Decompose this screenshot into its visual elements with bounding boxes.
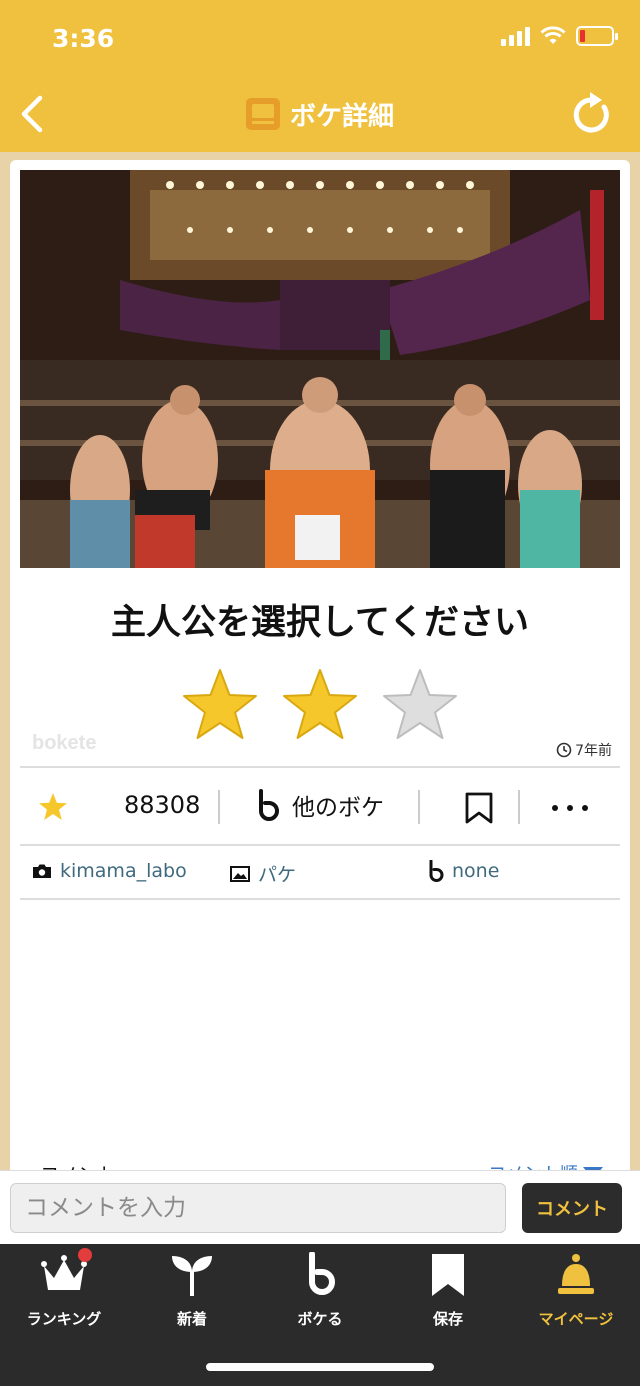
camera-icon	[33, 864, 51, 878]
star-icon-empty[interactable]	[380, 666, 460, 746]
boke-card: 主人公を選択してください bokete 7年前 88308 他のボケ kimam…	[10, 160, 630, 1240]
tab-new-label: 新着	[176, 1310, 207, 1328]
page-title: ボケ詳細	[289, 101, 394, 132]
score-value: 88308	[124, 791, 201, 819]
battery-icon	[576, 26, 618, 46]
bokete-b-icon	[309, 1252, 335, 1295]
tab-saved[interactable]: 保存	[384, 1252, 512, 1338]
separator	[218, 790, 220, 824]
post-age: 7年前	[556, 740, 612, 760]
score-star-icon	[39, 793, 67, 820]
status-time: 3:36	[52, 24, 115, 53]
tab-bar: ランキング 新着 ボケる 保存 マイページ	[0, 1244, 640, 1386]
home-indicator[interactable]	[206, 1363, 434, 1371]
app-header: 3:36 ボケ詳細	[0, 0, 640, 152]
photographer-name: kimama_labo	[60, 860, 187, 882]
separator	[518, 790, 520, 824]
sumo-photo[interactable]	[20, 170, 620, 568]
divider	[20, 898, 620, 900]
notification-dot	[78, 1248, 92, 1262]
bookmark-icon	[432, 1254, 464, 1296]
separator	[418, 790, 420, 824]
bokete-b-icon	[429, 860, 444, 882]
template-link[interactable]: パケ	[230, 860, 296, 887]
signal-icon	[501, 26, 530, 46]
status-bar: 3:36	[0, 0, 640, 78]
tab-mypage-label: マイページ	[538, 1310, 614, 1328]
tab-ranking[interactable]: ランキング	[0, 1248, 128, 1338]
other-bokes-button[interactable]: 他のボケ	[256, 788, 384, 822]
boke-caption: 主人公を選択してください	[111, 603, 529, 643]
bokete-author-link[interactable]: none	[428, 860, 499, 882]
status-icons	[501, 26, 618, 46]
comment-submit-button[interactable]: コメント	[522, 1183, 622, 1233]
bokete-b-icon	[259, 789, 279, 821]
comment-input[interactable]	[10, 1183, 506, 1233]
star-icon-filled[interactable]	[180, 666, 260, 746]
star-icon-filled[interactable]	[280, 666, 360, 746]
bookmark-icon[interactable]	[464, 792, 494, 824]
clock-icon	[556, 742, 572, 758]
comment-bar: コメント	[0, 1170, 640, 1244]
more-options-icon[interactable]	[552, 792, 588, 824]
crown-icon	[40, 1248, 92, 1298]
other-bokes-label: 他のボケ	[292, 795, 384, 821]
star-rating[interactable]	[180, 666, 460, 746]
template-label: パケ	[258, 864, 297, 886]
tab-bokeru[interactable]: ボケる	[256, 1252, 384, 1338]
tab-new[interactable]: 新着	[128, 1252, 256, 1338]
photographer-link[interactable]: kimama_labo	[32, 860, 187, 882]
image-icon	[230, 865, 250, 882]
credits-row: kimama_labo パケ none	[20, 846, 620, 898]
refresh-icon[interactable]	[570, 90, 614, 136]
action-row: 88308 他のボケ	[20, 770, 620, 842]
post-age-text: 7年前	[575, 743, 612, 759]
nav-title-group: ボケ詳細	[0, 92, 640, 136]
tab-bokeru-label: ボケる	[297, 1310, 343, 1328]
tab-ranking-label: ランキング	[26, 1310, 102, 1328]
sprout-icon	[172, 1256, 212, 1296]
divider	[20, 766, 620, 768]
wifi-icon	[540, 26, 566, 44]
bokete-author-name: none	[452, 860, 500, 882]
tab-mypage[interactable]: マイページ	[512, 1252, 640, 1338]
bokete-detail-icon	[245, 98, 280, 130]
tab-saved-label: 保存	[432, 1310, 463, 1328]
bell-icon	[558, 1254, 594, 1294]
bokete-watermark: bokete	[32, 732, 97, 754]
